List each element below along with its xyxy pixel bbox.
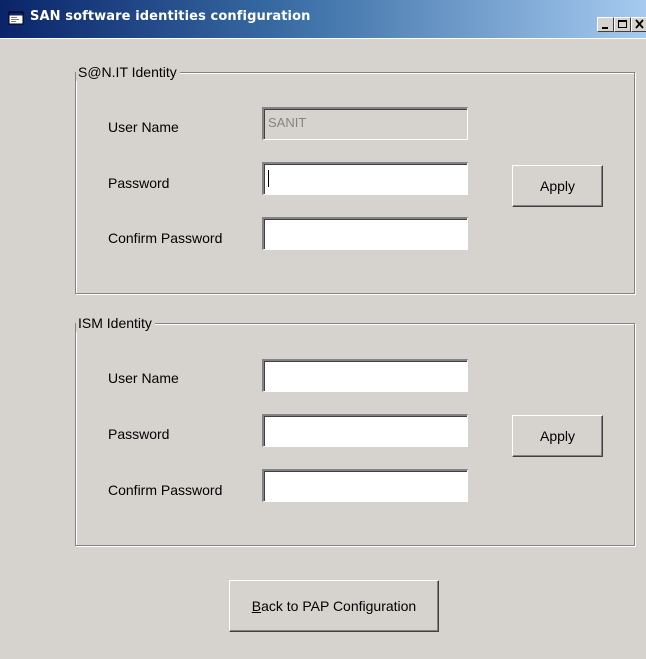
maximize-button[interactable]	[614, 17, 631, 32]
ism-confirm-password-field[interactable]	[262, 469, 468, 502]
ism-identity-group-label: ISM Identity	[76, 315, 155, 332]
sanit-confirm-password-label: Confirm Password	[108, 230, 223, 246]
text-caret	[268, 170, 269, 187]
back-button-label: ack to PAP Configuration	[261, 598, 417, 614]
sanit-identity-group-label: S@N.IT Identity	[76, 64, 180, 81]
window: SAN software identities configuration S@…	[0, 0, 646, 659]
sanit-password-field[interactable]	[262, 162, 468, 195]
window-title: SAN software identities configuration	[30, 9, 311, 24]
ism-confirm-password-label: Confirm Password	[108, 482, 223, 498]
sanit-apply-button[interactable]: Apply	[512, 165, 603, 207]
close-button[interactable]	[631, 17, 646, 32]
ism-user-name-label: User Name	[108, 370, 179, 386]
ism-password-field[interactable]	[262, 414, 468, 447]
ism-password-label: Password	[108, 426, 170, 442]
sanit-user-name-field[interactable]: SANIT	[262, 107, 468, 140]
sanit-password-label: Password	[108, 175, 170, 191]
sanit-user-name-label: User Name	[108, 119, 179, 135]
minimize-button[interactable]	[597, 17, 614, 32]
ism-user-name-field[interactable]	[262, 359, 468, 392]
title-bar-edge	[0, 38, 646, 39]
app-window-icon	[8, 11, 24, 25]
minimize-icon	[602, 27, 608, 29]
sanit-confirm-password-field[interactable]	[262, 217, 468, 250]
close-icon	[635, 19, 644, 29]
title-bar[interactable]: SAN software identities configuration	[0, 0, 646, 38]
back-to-pap-configuration-button[interactable]: Back to PAP Configuration	[229, 580, 439, 632]
ism-apply-button[interactable]: Apply	[512, 415, 603, 457]
back-button-mnemonic: B	[251, 598, 262, 614]
maximize-icon	[618, 20, 627, 28]
